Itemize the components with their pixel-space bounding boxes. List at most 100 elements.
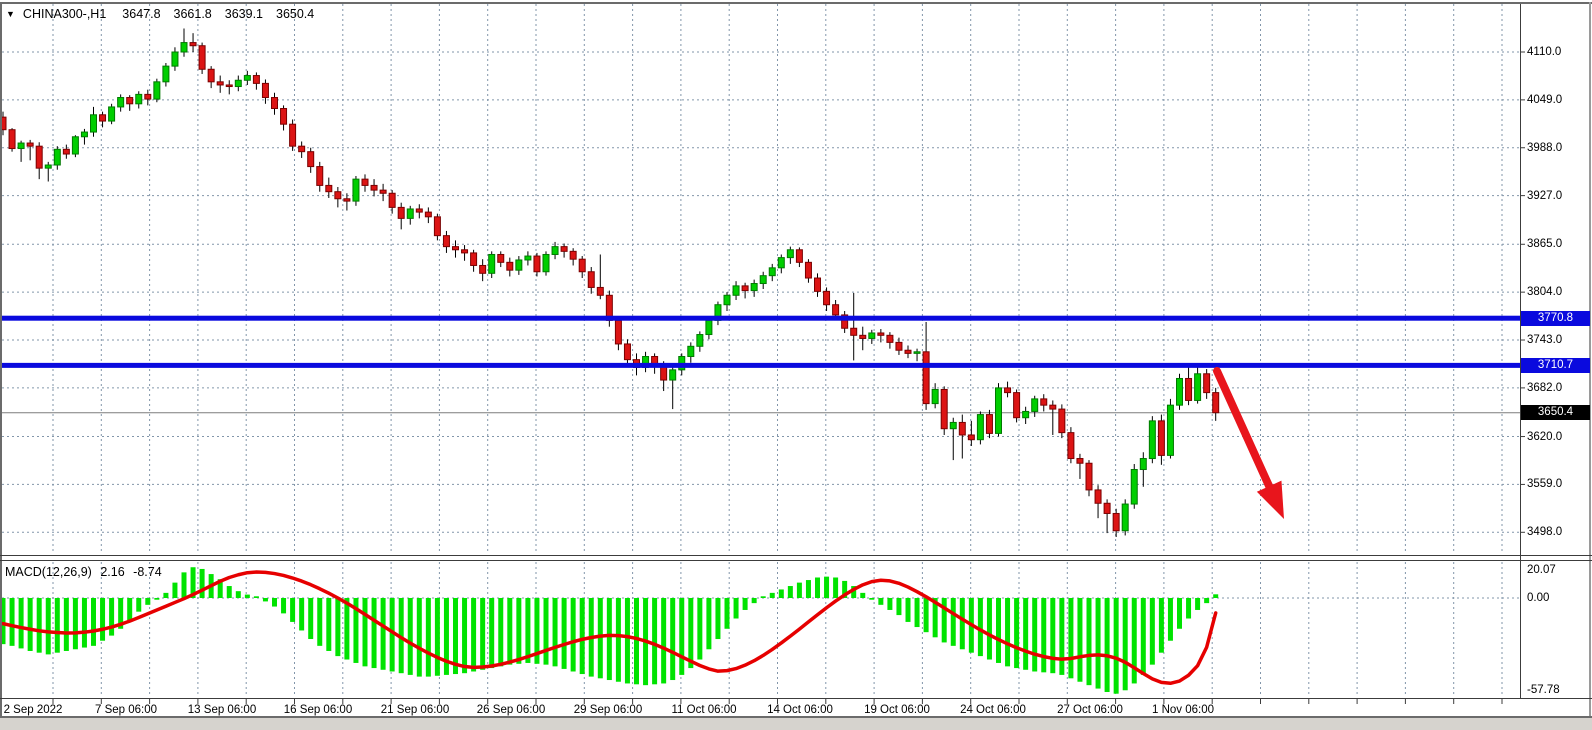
candlestick-series	[0, 28, 1219, 537]
candle	[244, 76, 250, 81]
last-price-badge: 3650.4	[1521, 405, 1590, 420]
price-tick-label: 3927.0	[1527, 189, 1589, 203]
candle	[362, 179, 368, 185]
candle	[1195, 374, 1201, 401]
candle	[226, 85, 232, 87]
candle	[91, 115, 97, 132]
time-tick-label: 2 Sep 2022	[4, 703, 63, 717]
candle	[100, 115, 106, 121]
candle	[1041, 399, 1047, 405]
candle	[670, 370, 676, 380]
candle	[1068, 433, 1074, 459]
pane-splitter-line[interactable]	[0, 560, 1592, 561]
candle	[72, 137, 78, 154]
window-bottom-strip	[0, 718, 1592, 730]
candle	[588, 272, 594, 288]
candle	[941, 389, 947, 428]
macd-tick-label: 20.07	[1527, 563, 1589, 577]
price-tick-label: 3865.0	[1527, 237, 1589, 251]
time-tick-label: 21 Sep 06:00	[381, 703, 449, 717]
candle	[498, 254, 504, 262]
candle	[36, 146, 42, 168]
candle	[570, 251, 576, 259]
time-tick-label: 26 Sep 06:00	[477, 703, 545, 717]
candle	[914, 352, 920, 354]
candle	[453, 247, 459, 250]
candle	[824, 291, 830, 304]
candle	[597, 287, 603, 295]
candle	[18, 143, 24, 148]
candle	[172, 52, 178, 66]
candle	[317, 167, 323, 186]
candle	[561, 247, 567, 252]
level-price-badge: 3770.8	[1521, 311, 1590, 326]
candle	[109, 107, 115, 121]
candle	[1005, 388, 1011, 393]
chart-window: ▼ CHINA300-,H1 3647.8 3661.8 3639.1 3650…	[0, 0, 1592, 730]
candle	[1014, 393, 1020, 418]
candle	[950, 422, 956, 428]
candle	[389, 193, 395, 207]
candle	[145, 94, 151, 99]
candle	[1104, 503, 1110, 513]
candle	[760, 276, 766, 284]
candle	[851, 328, 857, 335]
candle	[1140, 459, 1146, 470]
candle	[217, 82, 223, 85]
candle	[434, 217, 440, 236]
candle	[896, 342, 902, 350]
candle	[1077, 459, 1083, 464]
candle	[724, 295, 730, 304]
candle	[833, 305, 839, 315]
candle	[624, 344, 630, 360]
macd-signal-value: -8.74	[133, 565, 162, 579]
candle	[923, 352, 929, 404]
candle	[407, 209, 413, 218]
candle	[887, 335, 893, 342]
macd-main-value: 2.16	[100, 565, 124, 579]
candle	[1113, 513, 1119, 530]
candle	[525, 256, 531, 260]
price-tick-label: 3804.0	[1527, 285, 1589, 299]
candle	[308, 152, 314, 167]
horizontal-level-line[interactable]	[2, 316, 1520, 321]
candle	[805, 262, 811, 278]
candle	[127, 98, 133, 104]
price-tick-label: 4049.0	[1527, 93, 1589, 107]
candle	[344, 199, 350, 201]
candle	[932, 389, 938, 403]
candle	[579, 259, 585, 272]
candle	[199, 46, 205, 70]
time-tick-label: 7 Sep 06:00	[95, 703, 157, 717]
candle	[281, 109, 287, 125]
candle	[1204, 374, 1210, 393]
price-tick-label: 4110.0	[1527, 45, 1589, 59]
candle	[299, 146, 305, 151]
time-tick-label: 24 Oct 06:00	[960, 703, 1026, 717]
pane-splitter-line[interactable]	[0, 555, 1592, 556]
time-tick-label: 19 Oct 06:00	[864, 703, 930, 717]
candle	[905, 350, 911, 353]
candle	[208, 69, 214, 82]
candle	[181, 43, 187, 52]
symbol-dropdown-icon[interactable]: ▼	[6, 9, 15, 19]
ohlc-high-value: 3661.8	[174, 7, 212, 21]
level-price-badge: 3710.7	[1521, 358, 1590, 373]
macd-pane-border	[0, 698, 1592, 699]
time-tick-label: 13 Sep 06:00	[188, 703, 256, 717]
chart-title: ▼ CHINA300-,H1 3647.8 3661.8 3639.1 3650…	[6, 6, 327, 22]
candle	[27, 143, 33, 146]
candle	[1213, 393, 1219, 413]
trend-arrow-annotation[interactable]	[1217, 371, 1284, 519]
chart-plot-area[interactable]	[0, 0, 1592, 730]
candle	[371, 185, 377, 190]
candle	[118, 98, 124, 107]
candle	[996, 388, 1002, 434]
time-tick-label: 1 Nov 06:00	[1152, 703, 1214, 717]
candle	[443, 236, 449, 247]
macd-tick-label: 0.00	[1527, 591, 1589, 605]
candle	[815, 278, 821, 291]
time-tick-label: 27 Oct 06:00	[1057, 703, 1123, 717]
candle	[45, 165, 51, 168]
horizontal-level-line[interactable]	[2, 363, 1520, 368]
